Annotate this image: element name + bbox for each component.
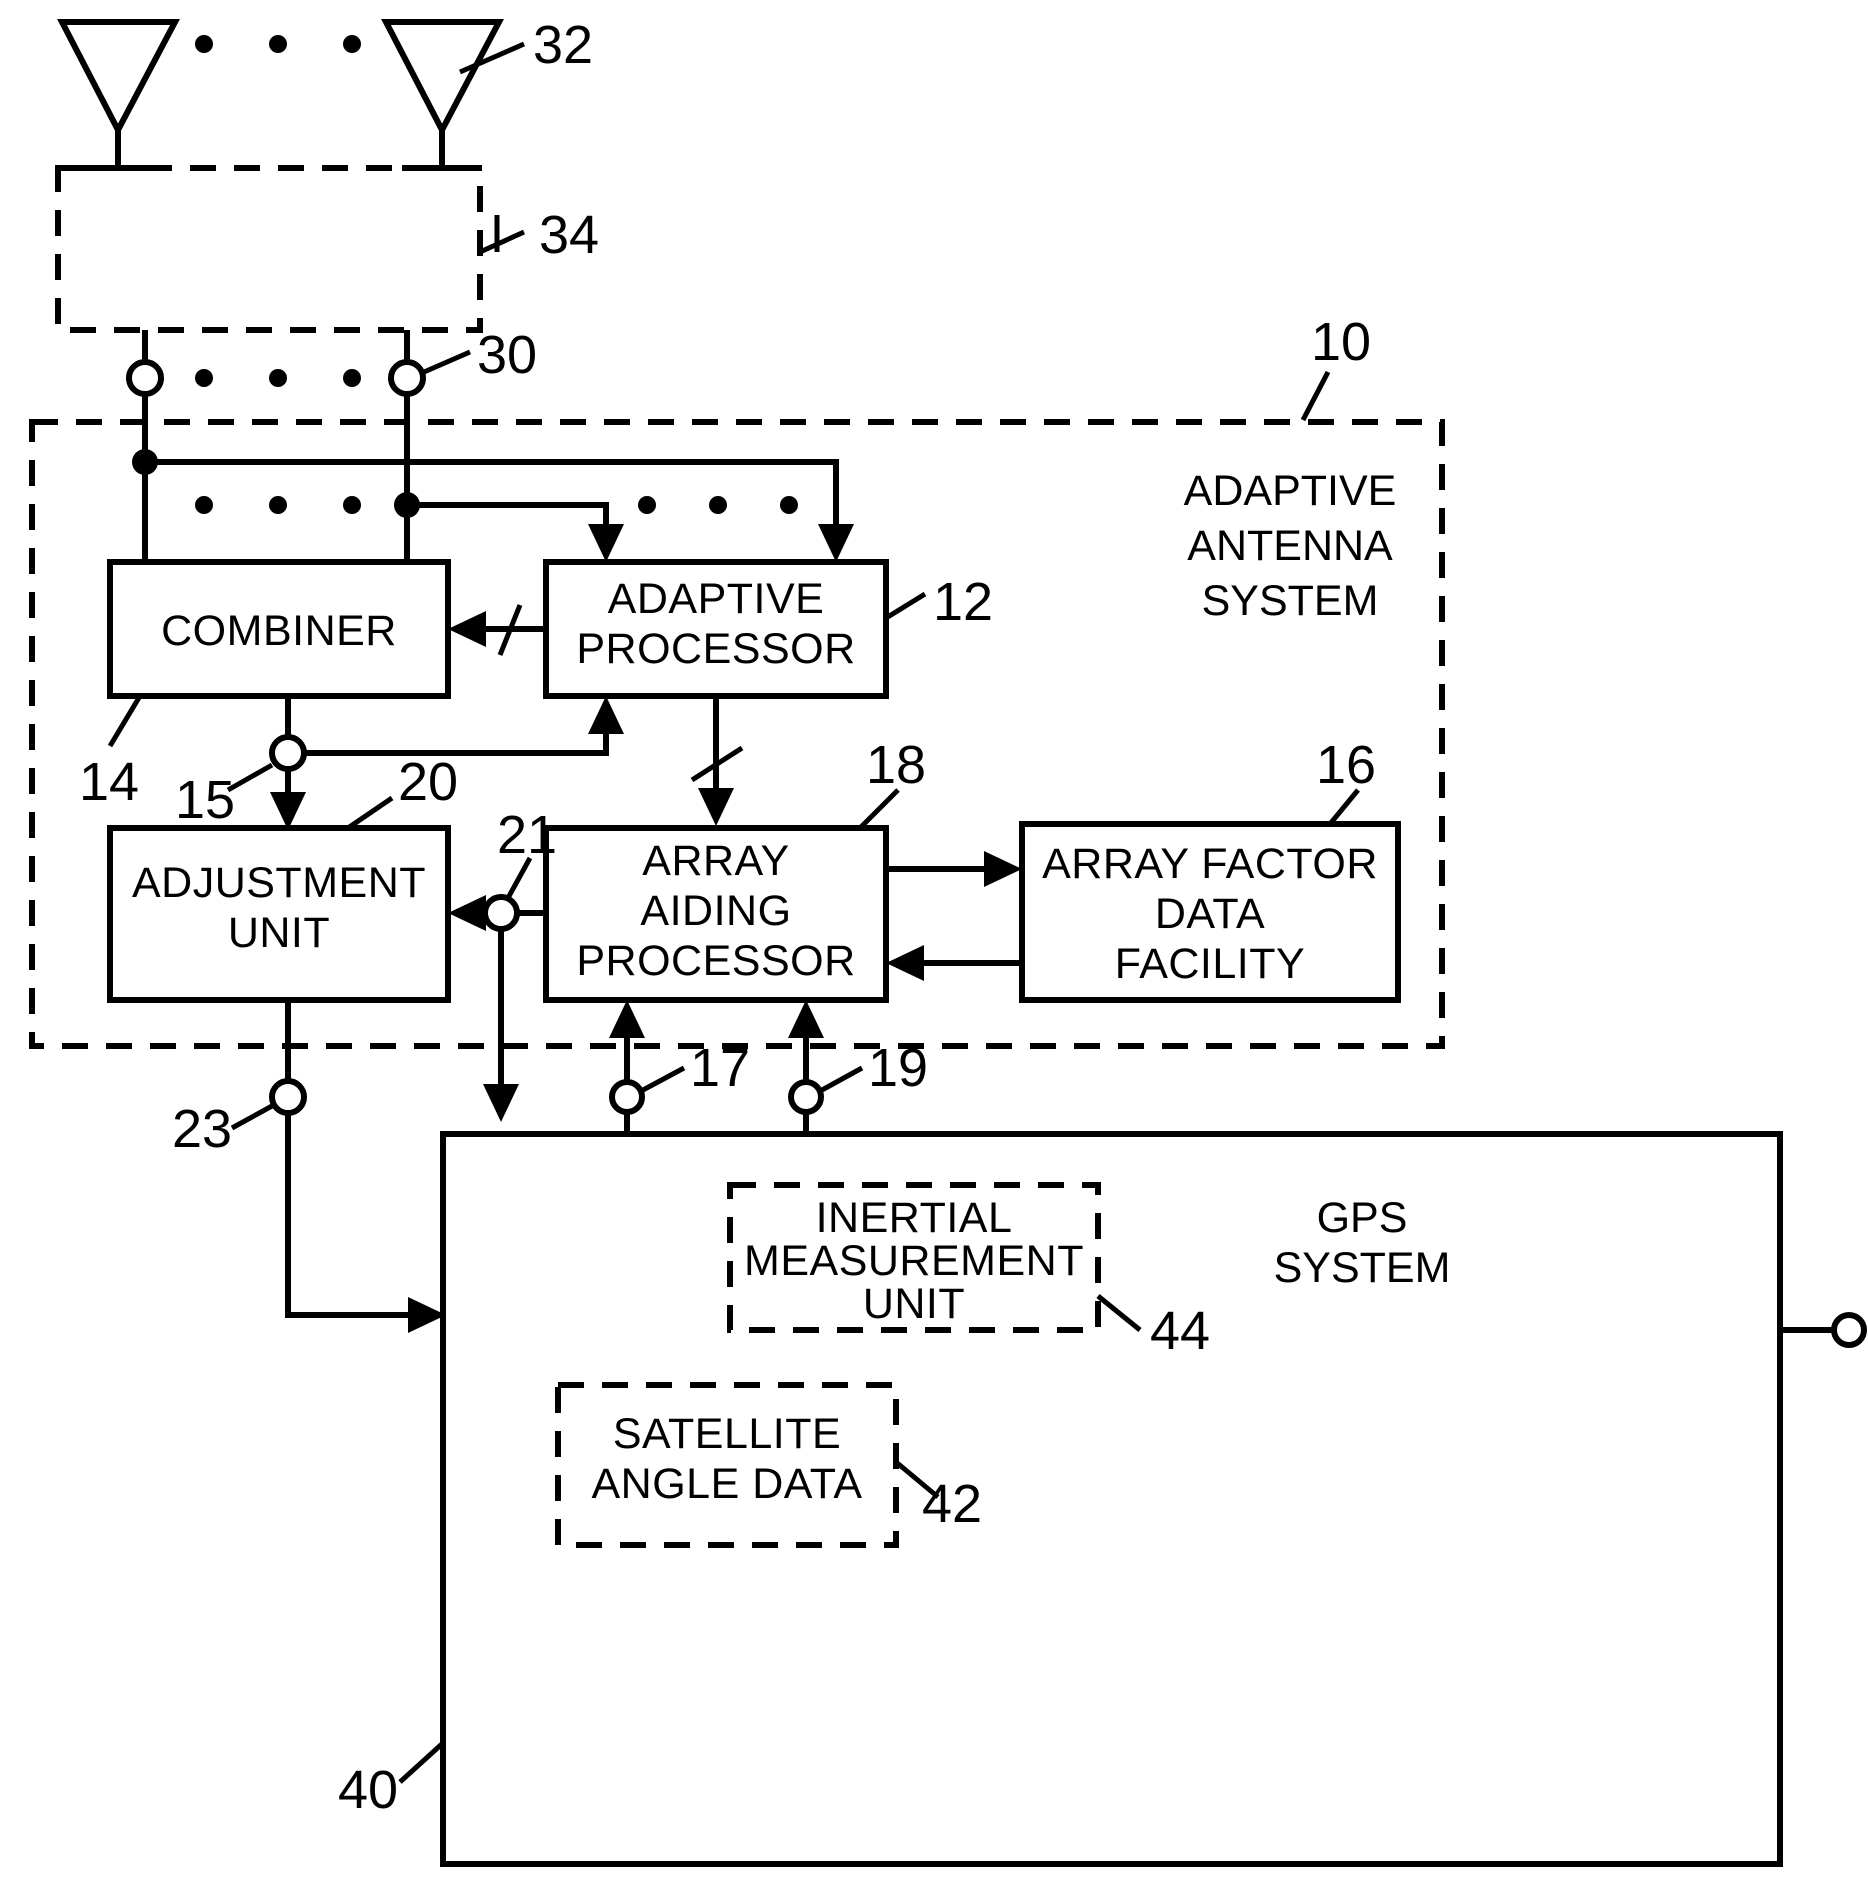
- combiner-label: COMBINER: [161, 607, 397, 655]
- feed-port-left: [126, 359, 164, 397]
- ref-20-label: 20: [398, 752, 458, 812]
- arrowhead-facility-to-aiding: [886, 945, 924, 981]
- ref-34-leader: [478, 215, 526, 255]
- satellite-angle-data-label-2: ANGLE DATA: [591, 1460, 862, 1508]
- imu-label-1: INERTIAL: [816, 1194, 1013, 1242]
- arrowhead-adaptive-to-aiding: [698, 788, 734, 826]
- gps-output-terminal: [1831, 1312, 1867, 1348]
- ref-40-leader: [398, 1741, 445, 1784]
- arrowhead-node21-to-gps: [483, 1084, 519, 1122]
- ref-19-leader: [820, 1065, 864, 1093]
- gps-system-label-1: GPS: [1317, 1194, 1408, 1242]
- node-15: [269, 734, 307, 772]
- ref-19-label: 19: [868, 1038, 928, 1098]
- ref-14-label: 14: [79, 752, 139, 812]
- adjustment-unit-label-2: UNIT: [228, 909, 330, 957]
- junction-right-feed: [394, 492, 420, 518]
- port-ellipsis-row: [195, 369, 361, 387]
- arrowhead-to-adjustment-unit: [270, 792, 306, 830]
- antenna-ellipsis-row: [195, 35, 361, 53]
- ref-17-label: 17: [690, 1038, 750, 1098]
- adjustment-unit-label-1: ADJUSTMENT: [132, 859, 426, 907]
- feed-port-right: [388, 359, 426, 397]
- arrowhead-node19: [788, 1000, 824, 1038]
- adaptive-processor-label-1: ADAPTIVE: [608, 575, 825, 623]
- ref-20-leader: [346, 795, 394, 831]
- arrowhead-aiding-to-facility: [984, 851, 1022, 887]
- node-19: [788, 1079, 824, 1115]
- imu-label-2: MEASUREMENT: [744, 1237, 1084, 1285]
- ref-40-label: 40: [338, 1760, 398, 1820]
- ref-42-label: 42: [922, 1474, 982, 1534]
- beam-former-box: [55, 165, 483, 333]
- combiner-feedback-to-adaptive-processor: [304, 722, 609, 756]
- ref-10-leader: [1300, 370, 1331, 422]
- ref-32-leader: [458, 41, 526, 75]
- arrowhead-combiner-feedback: [588, 696, 624, 734]
- ref-14-leader: [107, 694, 143, 748]
- array-aiding-processor-label-1: ARRAY: [642, 837, 789, 885]
- satellite-angle-data-label-1: SATELLITE: [613, 1410, 841, 1458]
- ref-30-label: 30: [477, 325, 537, 385]
- ref-18-label: 18: [866, 735, 926, 795]
- array-aiding-processor-label-3: PROCESSOR: [576, 937, 855, 985]
- antenna-element-right: [381, 19, 504, 171]
- ref-18-leader: [858, 788, 900, 830]
- bus-right-to-adaptive-processor: [407, 502, 609, 542]
- adaptive-antenna-system-label-3: SYSTEM: [1202, 577, 1379, 625]
- bus-ellipsis-row-upper: [195, 496, 361, 514]
- imu-label-3: UNIT: [863, 1280, 965, 1328]
- arrowhead-weights: [448, 611, 486, 647]
- gps-system-label-2: SYSTEM: [1274, 1244, 1451, 1292]
- ref-16-leader: [1328, 788, 1360, 826]
- bus-ellipsis-row-right: [638, 496, 798, 514]
- ref-17-leader: [641, 1065, 686, 1093]
- arrowhead-node17: [609, 1000, 645, 1038]
- patent-block-diagram: 32 34 30 10 ADAPTIVE ANTENNA SYSTEM COMB…: [29, 15, 1867, 1867]
- node-17: [609, 1079, 645, 1115]
- adaptive-processor-label-2: PROCESSOR: [576, 625, 855, 673]
- ref-16-label: 16: [1316, 735, 1376, 795]
- arrowhead-bus-right: [588, 524, 624, 562]
- adaptive-antenna-system-label-1: ADAPTIVE: [1184, 467, 1397, 515]
- ref-12-leader: [884, 591, 927, 621]
- ref-15-label: 15: [175, 770, 235, 830]
- node-21: [482, 894, 520, 932]
- array-factor-data-facility-label-1: ARRAY FACTOR: [1042, 840, 1378, 888]
- node-23: [269, 1078, 307, 1116]
- array-factor-data-facility-label-3: FACILITY: [1115, 940, 1305, 988]
- ref-23-leader: [230, 1103, 274, 1131]
- array-factor-data-facility-label-2: DATA: [1155, 890, 1265, 938]
- ref-12-label: 12: [933, 572, 993, 632]
- ref-23-label: 23: [172, 1099, 232, 1159]
- adaptive-antenna-system-label-2: ANTENNA: [1187, 522, 1393, 570]
- figure-canvas: 32 34 30 10 ADAPTIVE ANTENNA SYSTEM COMB…: [0, 0, 1868, 1886]
- junction-left-feed: [132, 449, 158, 475]
- ref-32-label: 32: [533, 15, 593, 75]
- ref-44-label: 44: [1150, 1301, 1210, 1361]
- ref-34-label: 34: [539, 205, 599, 265]
- ref-10-label: 10: [1311, 312, 1371, 372]
- array-aiding-processor-label-2: AIDING: [640, 887, 791, 935]
- antenna-element-left: [57, 19, 180, 171]
- arrowhead-bus-left: [818, 524, 854, 562]
- ref-21-label: 21: [497, 805, 557, 865]
- arrowhead-aiding-to-adjustment: [448, 895, 486, 931]
- ref-30-leader: [423, 349, 471, 375]
